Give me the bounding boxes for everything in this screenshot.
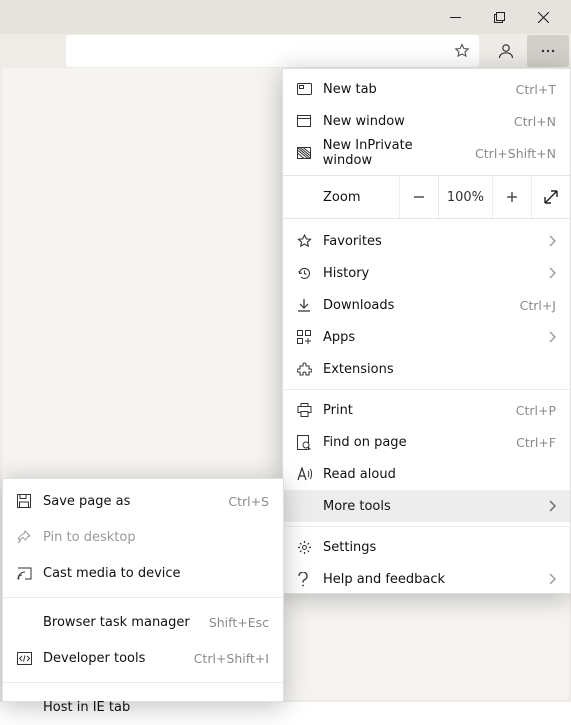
menu-shortcut: Ctrl+Shift+I xyxy=(194,651,269,666)
find-icon xyxy=(297,435,323,450)
submenu-dev-tools[interactable]: Developer tools Ctrl+Shift+I xyxy=(3,640,283,676)
menu-favorites[interactable]: Favorites xyxy=(283,225,570,257)
menu-new-window[interactable]: New window Ctrl+N xyxy=(283,105,570,137)
new-tab-icon xyxy=(297,83,323,95)
menu-shortcut: Ctrl+F xyxy=(516,435,556,450)
menu-label: Favorites xyxy=(323,234,538,249)
menu-label: Extensions xyxy=(323,362,556,377)
maximize-button[interactable] xyxy=(477,0,521,34)
star-icon xyxy=(297,234,323,249)
menu-label: New window xyxy=(323,114,504,129)
chevron-right-icon xyxy=(548,573,556,585)
menu-label: Pin to desktop xyxy=(43,530,269,545)
read-aloud-icon xyxy=(297,467,323,481)
menu-extensions[interactable]: Extensions xyxy=(283,353,570,385)
cast-icon xyxy=(17,567,43,580)
menu-more-tools[interactable]: More tools xyxy=(283,490,570,522)
menu-shortcut: Shift+Esc xyxy=(209,615,269,630)
menu-label: Developer tools xyxy=(43,651,184,666)
new-window-icon xyxy=(297,115,323,127)
menu-label: Print xyxy=(323,403,506,418)
help-icon xyxy=(297,572,323,587)
menu-settings[interactable]: Settings xyxy=(283,531,570,563)
menu-label: Apps xyxy=(323,330,538,345)
minimize-button[interactable] xyxy=(433,0,477,34)
menu-divider xyxy=(283,389,570,390)
apps-icon xyxy=(297,330,323,344)
address-field[interactable] xyxy=(66,35,479,67)
more-menu-button[interactable] xyxy=(527,35,569,67)
menu-divider xyxy=(3,682,283,683)
menu-label: Save page as xyxy=(43,494,218,509)
menu-label: History xyxy=(323,266,538,281)
toolbar xyxy=(0,34,571,68)
menu-new-inprivate[interactable]: New InPrivate window Ctrl+Shift+N xyxy=(283,137,570,169)
menu-shortcut: Ctrl+Shift+N xyxy=(475,146,556,161)
menu-downloads[interactable]: Downloads Ctrl+J xyxy=(283,289,570,321)
chevron-right-icon xyxy=(548,500,556,512)
submenu-save-page-as[interactable]: Save page as Ctrl+S xyxy=(3,483,283,519)
menu-apps[interactable]: Apps xyxy=(283,321,570,353)
chevron-right-icon xyxy=(548,235,556,247)
menu-shortcut: Ctrl+P xyxy=(516,403,556,418)
favorite-star-icon[interactable] xyxy=(454,43,470,59)
menu-history[interactable]: History xyxy=(283,257,570,289)
submenu-host-ie-tab[interactable]: Host in IE tab xyxy=(3,689,283,725)
zoom-out-button[interactable] xyxy=(399,176,438,218)
menu-label: Find on page xyxy=(323,435,506,450)
more-tools-submenu: Save page as Ctrl+S Pin to desktop Cast … xyxy=(2,478,284,702)
chevron-right-icon xyxy=(548,267,556,279)
submenu-pin-to-desktop: Pin to desktop xyxy=(3,519,283,555)
menu-label: New InPrivate window xyxy=(323,138,465,168)
zoom-in-button[interactable] xyxy=(492,176,531,218)
menu-label: Read aloud xyxy=(323,467,556,482)
menu-label: Help and feedback xyxy=(323,572,538,587)
menu-label: More tools xyxy=(323,499,538,514)
fullscreen-button[interactable] xyxy=(531,176,570,218)
history-icon xyxy=(297,266,323,281)
menu-label: Downloads xyxy=(323,298,510,313)
extensions-icon xyxy=(297,362,323,377)
submenu-task-manager[interactable]: Browser task manager Shift+Esc xyxy=(3,604,283,640)
menu-label: Cast media to device xyxy=(43,566,269,581)
window-titlebar xyxy=(0,0,571,34)
menu-shortcut: Ctrl+N xyxy=(514,114,556,129)
menu-label: Browser task manager xyxy=(43,615,199,630)
pin-icon xyxy=(17,530,43,544)
profile-button[interactable] xyxy=(485,34,527,68)
print-icon xyxy=(297,403,323,417)
save-icon xyxy=(17,494,43,508)
gear-icon xyxy=(297,540,323,555)
menu-print[interactable]: Print Ctrl+P xyxy=(283,394,570,426)
zoom-label: Zoom xyxy=(283,190,399,205)
zoom-row: Zoom 100% xyxy=(283,175,570,219)
menu-shortcut: Ctrl+J xyxy=(520,298,556,313)
menu-new-tab[interactable]: New tab Ctrl+T xyxy=(283,73,570,105)
menu-label: New tab xyxy=(323,82,506,97)
menu-shortcut: Ctrl+S xyxy=(228,494,269,509)
menu-label: Settings xyxy=(323,540,556,555)
menu-shortcut: Ctrl+T xyxy=(516,82,556,97)
menu-find[interactable]: Find on page Ctrl+F xyxy=(283,426,570,458)
download-icon xyxy=(297,298,323,312)
menu-divider xyxy=(3,597,283,598)
chevron-right-icon xyxy=(548,331,556,343)
zoom-percent: 100% xyxy=(438,176,492,218)
menu-divider xyxy=(283,526,570,527)
menu-read-aloud[interactable]: Read aloud xyxy=(283,458,570,490)
inprivate-icon xyxy=(297,147,323,159)
settings-menu: New tab Ctrl+T New window Ctrl+N New InP… xyxy=(282,68,571,594)
menu-help[interactable]: Help and feedback xyxy=(283,563,570,595)
devtools-icon xyxy=(17,652,43,665)
close-button[interactable] xyxy=(521,0,565,34)
submenu-cast[interactable]: Cast media to device xyxy=(3,555,283,591)
